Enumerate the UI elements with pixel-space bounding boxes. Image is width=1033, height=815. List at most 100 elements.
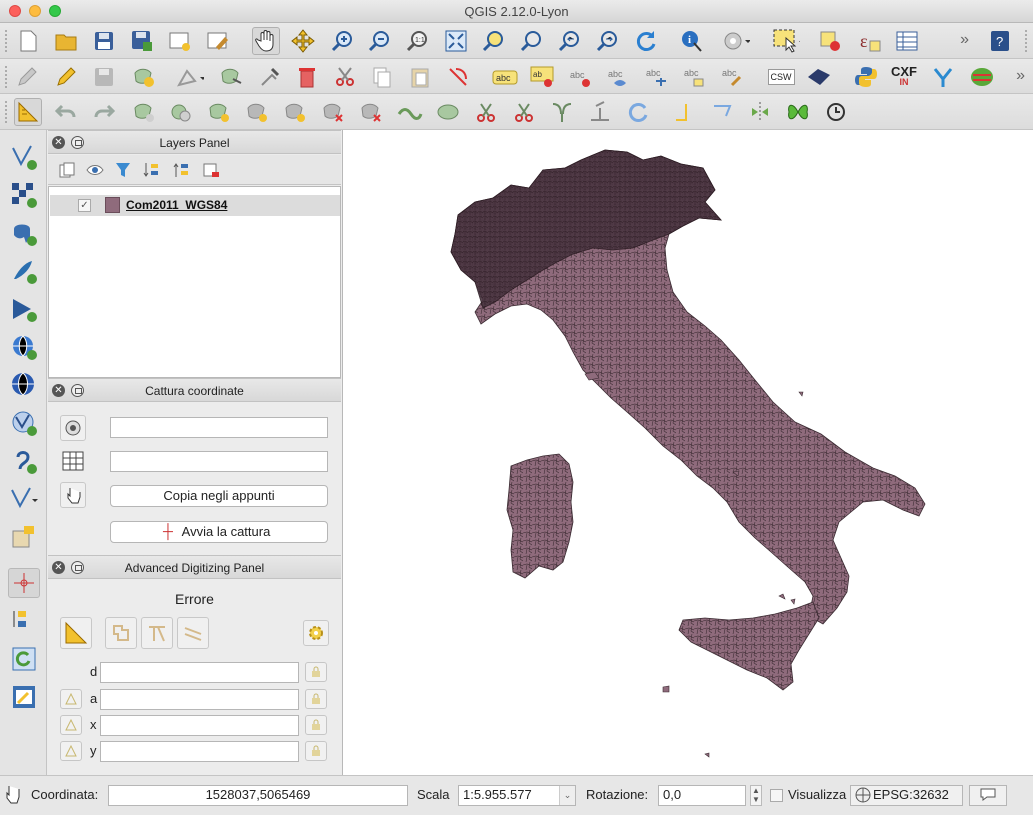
merge-features-icon[interactable]: [510, 98, 538, 126]
new-project-icon[interactable]: [14, 27, 42, 55]
delete-part-icon[interactable]: [282, 98, 310, 126]
composer-manager-icon[interactable]: [204, 27, 232, 55]
pan-to-selection-icon[interactable]: [289, 27, 317, 55]
ring-icon[interactable]: [131, 98, 159, 126]
relative-angle-icon[interactable]: [60, 689, 82, 709]
messages-button[interactable]: [969, 785, 1007, 806]
crs-button[interactable]: EPSG:32632: [850, 785, 963, 806]
cxf-in-icon[interactable]: CXF IN: [888, 63, 920, 91]
attribute-table-icon[interactable]: [893, 27, 921, 55]
zoom-out-icon[interactable]: [366, 27, 394, 55]
current-edits-icon[interactable]: [14, 63, 42, 91]
save-edits-icon[interactable]: [90, 63, 118, 91]
parallel-icon[interactable]: [141, 617, 173, 649]
snap-corner-icon[interactable]: [670, 98, 698, 126]
add-mssql-layer-icon[interactable]: [8, 294, 40, 324]
layer-visibility-checkbox[interactable]: ✓: [78, 199, 91, 212]
cut-features-icon[interactable]: [331, 63, 359, 91]
csw-icon[interactable]: CSW: [765, 63, 797, 91]
add-postgis-layer-icon[interactable]: [8, 218, 40, 248]
map-canvas[interactable]: [342, 130, 1033, 775]
digitize-angle-icon[interactable]: [14, 98, 42, 126]
new-shapefile-icon[interactable]: [8, 484, 40, 514]
mirror-icon[interactable]: [746, 98, 774, 126]
crs-target-icon[interactable]: [60, 415, 86, 441]
chevron-down-icon[interactable]: ⌄: [559, 786, 575, 805]
filter-legend-icon[interactable]: [137, 156, 165, 184]
zoom-next-icon[interactable]: [594, 27, 622, 55]
add-wms-layer-icon[interactable]: [8, 332, 40, 362]
expression-select-icon[interactable]: ε: [856, 27, 884, 55]
perpendicular-icon[interactable]: [177, 617, 209, 649]
butterfly-icon[interactable]: [784, 98, 812, 126]
zoom-last-icon[interactable]: [556, 27, 584, 55]
help-icon[interactable]: ?: [986, 27, 1014, 55]
coordinate-capture-tool-icon[interactable]: [8, 568, 40, 598]
add-spatialite-layer-icon[interactable]: [8, 256, 40, 286]
copy-to-clipboard-button[interactable]: Copia negli appunti: [110, 485, 328, 507]
open-project-icon[interactable]: [52, 27, 80, 55]
scale-combo[interactable]: 1:5.955.577 ⌄: [458, 785, 576, 806]
abc-highlight-icon[interactable]: abc: [567, 63, 595, 91]
merge-attributes-icon[interactable]: [548, 98, 576, 126]
filter-icon[interactable]: [109, 156, 137, 184]
vertex-tool-icon[interactable]: [929, 63, 957, 91]
add-group-icon[interactable]: [53, 156, 81, 184]
coordinate-display[interactable]: 1528037,5065469: [108, 785, 408, 806]
label-pin-icon[interactable]: [444, 63, 472, 91]
run-action-icon[interactable]: [722, 27, 750, 55]
offset-icon[interactable]: [358, 98, 386, 126]
add-vector-layer-icon[interactable]: [8, 142, 40, 172]
redo-icon[interactable]: [90, 98, 118, 126]
angle-input[interactable]: [100, 689, 299, 710]
move-feature-icon[interactable]: [176, 63, 204, 91]
grid-crs-icon[interactable]: [60, 448, 86, 474]
coordinate-field-2[interactable]: [110, 451, 328, 472]
refresh-icon[interactable]: [632, 27, 660, 55]
add-feature-icon[interactable]: [131, 63, 159, 91]
zoom-actual-icon[interactable]: 1:1: [404, 27, 432, 55]
layer-name[interactable]: Com2011_WGS84: [126, 198, 227, 212]
reshape-icon[interactable]: [320, 98, 348, 126]
settings-gear-icon[interactable]: [303, 620, 329, 646]
start-capture-button[interactable]: ┼ Avvia la cattura: [110, 521, 328, 543]
add-delimited-text-icon[interactable]: [8, 446, 40, 476]
render-checkbox[interactable]: [770, 789, 783, 802]
rotate-feature-icon[interactable]: [822, 98, 850, 126]
relative-y-icon[interactable]: [60, 741, 82, 761]
rotate-symbols-icon[interactable]: [586, 98, 614, 126]
coordinate-field-1[interactable]: [110, 417, 328, 438]
rotate-point-icon[interactable]: [624, 98, 652, 126]
abc-show-icon[interactable]: abc: [605, 63, 633, 91]
toolbar-grip[interactable]: [4, 100, 8, 124]
abc-label-icon[interactable]: abc: [491, 63, 519, 91]
toolbar-grip[interactable]: [4, 29, 8, 53]
split-parts-icon[interactable]: [472, 98, 500, 126]
simplify-icon[interactable]: [396, 98, 424, 126]
toolbar-grip-right[interactable]: [1024, 29, 1028, 53]
deselect-icon[interactable]: [816, 27, 844, 55]
visibility-eye-icon[interactable]: [81, 156, 109, 184]
add-wcs-layer-icon[interactable]: [8, 370, 40, 400]
split-feature-icon[interactable]: [434, 98, 462, 126]
y-input[interactable]: [100, 741, 299, 762]
undo-icon[interactable]: [52, 98, 80, 126]
toggle-editing-icon[interactable]: [52, 63, 80, 91]
add-raster-layer-icon[interactable]: [8, 180, 40, 210]
abc-rotate-icon[interactable]: abc: [681, 63, 709, 91]
abc-change-icon[interactable]: abc: [719, 63, 747, 91]
enable-digitizing-icon[interactable]: [60, 617, 92, 649]
abc-move-icon[interactable]: abc: [643, 63, 671, 91]
relative-x-icon[interactable]: [60, 715, 82, 735]
add-virtual-layer-icon[interactable]: [8, 522, 40, 552]
overflow-chevron-icon-2[interactable]: »: [1016, 67, 1025, 85]
abc-pin-icon[interactable]: ab: [529, 63, 557, 91]
georef-icon[interactable]: [968, 63, 996, 91]
save-project-icon[interactable]: [90, 27, 118, 55]
collapse-all-icon[interactable]: [167, 156, 195, 184]
lock-icon[interactable]: [305, 741, 327, 761]
new-print-composer-icon[interactable]: [166, 27, 194, 55]
node-tool-icon[interactable]: [218, 63, 246, 91]
pan-hand-icon[interactable]: [252, 27, 280, 55]
python-icon[interactable]: [852, 63, 880, 91]
